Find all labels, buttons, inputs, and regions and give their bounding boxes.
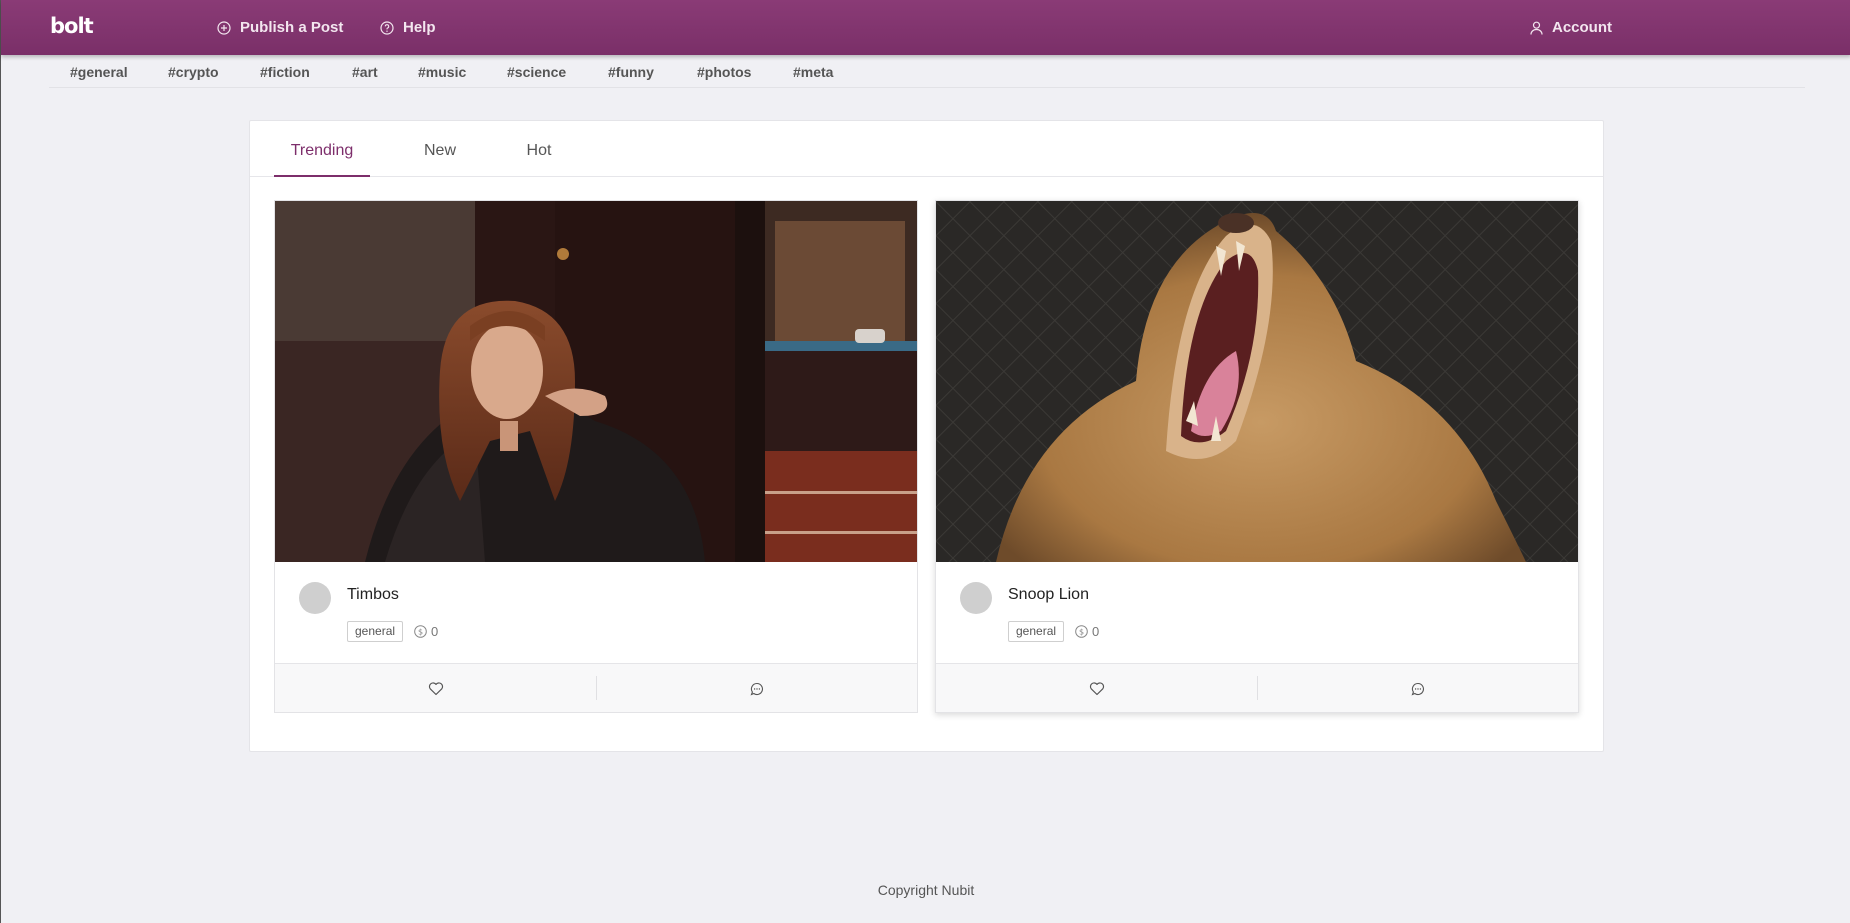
- post-card[interactable]: Snoop Lion general $ 0: [935, 200, 1579, 713]
- post-image-portrait[interactable]: [275, 201, 917, 562]
- tag-meta[interactable]: #meta: [793, 64, 833, 80]
- tab-trending[interactable]: Trending: [274, 121, 370, 177]
- top-navbar: bolt Publish a Post Help Account: [1, 0, 1850, 55]
- heart-icon: [428, 682, 443, 696]
- account-label: Account: [1552, 19, 1612, 36]
- tab-hot[interactable]: Hot: [500, 121, 578, 177]
- author-avatar[interactable]: [299, 582, 331, 614]
- tab-new[interactable]: New: [400, 121, 480, 177]
- help-button[interactable]: Help: [380, 19, 436, 36]
- svg-text:$: $: [418, 628, 423, 637]
- comment-button[interactable]: [596, 664, 917, 713]
- post-category-tag[interactable]: general: [1008, 621, 1065, 642]
- help-label: Help: [403, 19, 436, 36]
- account-button[interactable]: Account: [1530, 19, 1612, 36]
- comment-bubble-icon: [750, 682, 763, 696]
- post-actions: [936, 663, 1578, 712]
- post-author[interactable]: Timbos: [347, 586, 399, 604]
- footer-copyright: Copyright Nubit: [877, 882, 975, 898]
- tag-art[interactable]: #art: [352, 64, 378, 80]
- plus-circle-icon: [217, 20, 231, 35]
- dollar-coin-icon: $: [414, 625, 427, 638]
- post-author[interactable]: Snoop Lion: [1008, 586, 1089, 604]
- comment-bubble-icon: [1411, 682, 1424, 696]
- like-button[interactable]: [936, 664, 1257, 713]
- post-reward: $ 0: [414, 624, 438, 639]
- tag-bar: #general #crypto #fiction #art #music #s…: [49, 56, 1805, 88]
- publish-post-button[interactable]: Publish a Post: [217, 19, 343, 36]
- post-image-lion[interactable]: [936, 201, 1578, 562]
- user-icon: [1530, 21, 1543, 35]
- author-avatar[interactable]: [960, 582, 992, 614]
- dollar-coin-icon: $: [1075, 625, 1088, 638]
- like-button[interactable]: [275, 664, 596, 713]
- reward-amount: 0: [431, 624, 439, 639]
- post-actions: [275, 663, 917, 712]
- portrait-photo-icon: [275, 201, 917, 562]
- bolt-logo[interactable]: bolt: [50, 14, 94, 38]
- feed-tabs: Trending New Hot: [250, 121, 1603, 177]
- tag-photos[interactable]: #photos: [697, 64, 751, 80]
- tag-fiction[interactable]: #fiction: [260, 64, 310, 80]
- tag-crypto[interactable]: #crypto: [168, 64, 219, 80]
- comment-button[interactable]: [1257, 664, 1578, 713]
- tag-funny[interactable]: #funny: [608, 64, 654, 80]
- post-reward: $ 0: [1075, 624, 1099, 639]
- heart-icon: [1089, 682, 1104, 696]
- post-card[interactable]: Timbos general $ 0: [274, 200, 918, 713]
- post-category-tag[interactable]: general: [347, 621, 404, 642]
- svg-text:$: $: [1079, 628, 1084, 637]
- reward-amount: 0: [1092, 624, 1100, 639]
- feed-panel: Trending New Hot Timbos general $ 0 Snoo…: [249, 120, 1604, 752]
- lion-photo-icon: [936, 201, 1578, 562]
- publish-post-label: Publish a Post: [240, 19, 344, 36]
- tag-science[interactable]: #science: [507, 64, 566, 80]
- tag-music[interactable]: #music: [418, 64, 466, 80]
- help-circle-icon: [380, 20, 394, 35]
- tag-general[interactable]: #general: [70, 64, 128, 80]
